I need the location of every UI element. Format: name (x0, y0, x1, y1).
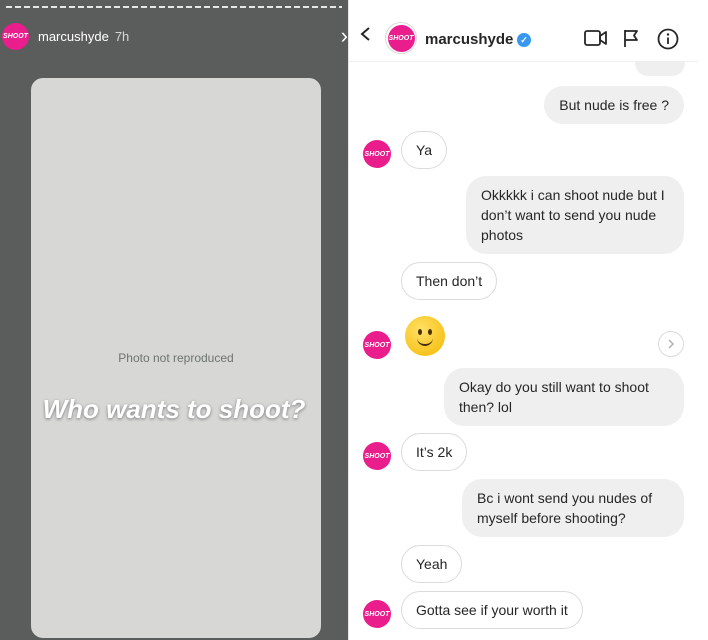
story-header: SHOOT marcushyde 7h (0, 22, 348, 50)
message-bubble-outgoing: Bc i wont send you nudes of myself befor… (462, 479, 684, 537)
message-bubble-outgoing: But nude is free ? (544, 86, 684, 124)
header-avatar-ring[interactable]: SHOOT (385, 22, 417, 54)
story-viewer[interactable]: SHOOT marcushyde 7h › Photo not reproduc… (0, 0, 348, 640)
story-username[interactable]: marcushyde (38, 29, 109, 44)
message-bubble-incoming: Gotta see if your worth it (401, 591, 583, 629)
info-icon[interactable] (657, 28, 679, 50)
verified-badge-icon: ✓ (517, 33, 531, 47)
back-icon[interactable] (359, 26, 373, 42)
video-call-icon[interactable] (584, 28, 608, 48)
story-avatar[interactable]: SHOOT (2, 22, 29, 50)
slightly-smiling-face-emoji (405, 316, 445, 356)
message-bubble-incoming: Ya (401, 131, 448, 169)
sender-avatar[interactable]: SHOOT (363, 331, 391, 359)
chevron-right-icon[interactable]: › (341, 25, 348, 47)
message-bubble-incoming: It’s 2k (401, 433, 468, 471)
header-username[interactable]: marcushyde (425, 31, 513, 48)
flag-icon[interactable] (622, 28, 640, 48)
story-caption: Who wants to shoot? (42, 394, 306, 424)
conversation-header: SHOOT marcushyde ✓ (349, 0, 698, 62)
message-bubble-outgoing: Okay do you still want to shoot then? lo… (444, 368, 684, 426)
chevron-right-icon[interactable] (658, 331, 684, 357)
message-bubble-outgoing: Okkkkk i can shoot nude but I don’t want… (466, 176, 684, 254)
message-bubble-incoming: Then don’t (401, 262, 498, 300)
photo-note: Photo not reproduced (118, 351, 234, 365)
sender-avatar[interactable]: SHOOT (363, 140, 391, 168)
story-progress-bar (6, 6, 342, 8)
sender-avatar[interactable]: SHOOT (363, 600, 391, 628)
story-timestamp: 7h (114, 28, 130, 44)
story-photo-placeholder: Photo not reproduced (31, 78, 321, 638)
header-avatar: SHOOT (387, 24, 415, 52)
message-bubble-incoming: Yeah (401, 545, 463, 583)
sender-avatar[interactable]: SHOOT (363, 442, 391, 470)
direct-message-panel: SHOOT marcushyde ✓ But nude is free ? SH… (348, 0, 698, 640)
message-thread[interactable]: But nude is free ? SHOOT Ya Okkkkk i can… (349, 0, 698, 640)
